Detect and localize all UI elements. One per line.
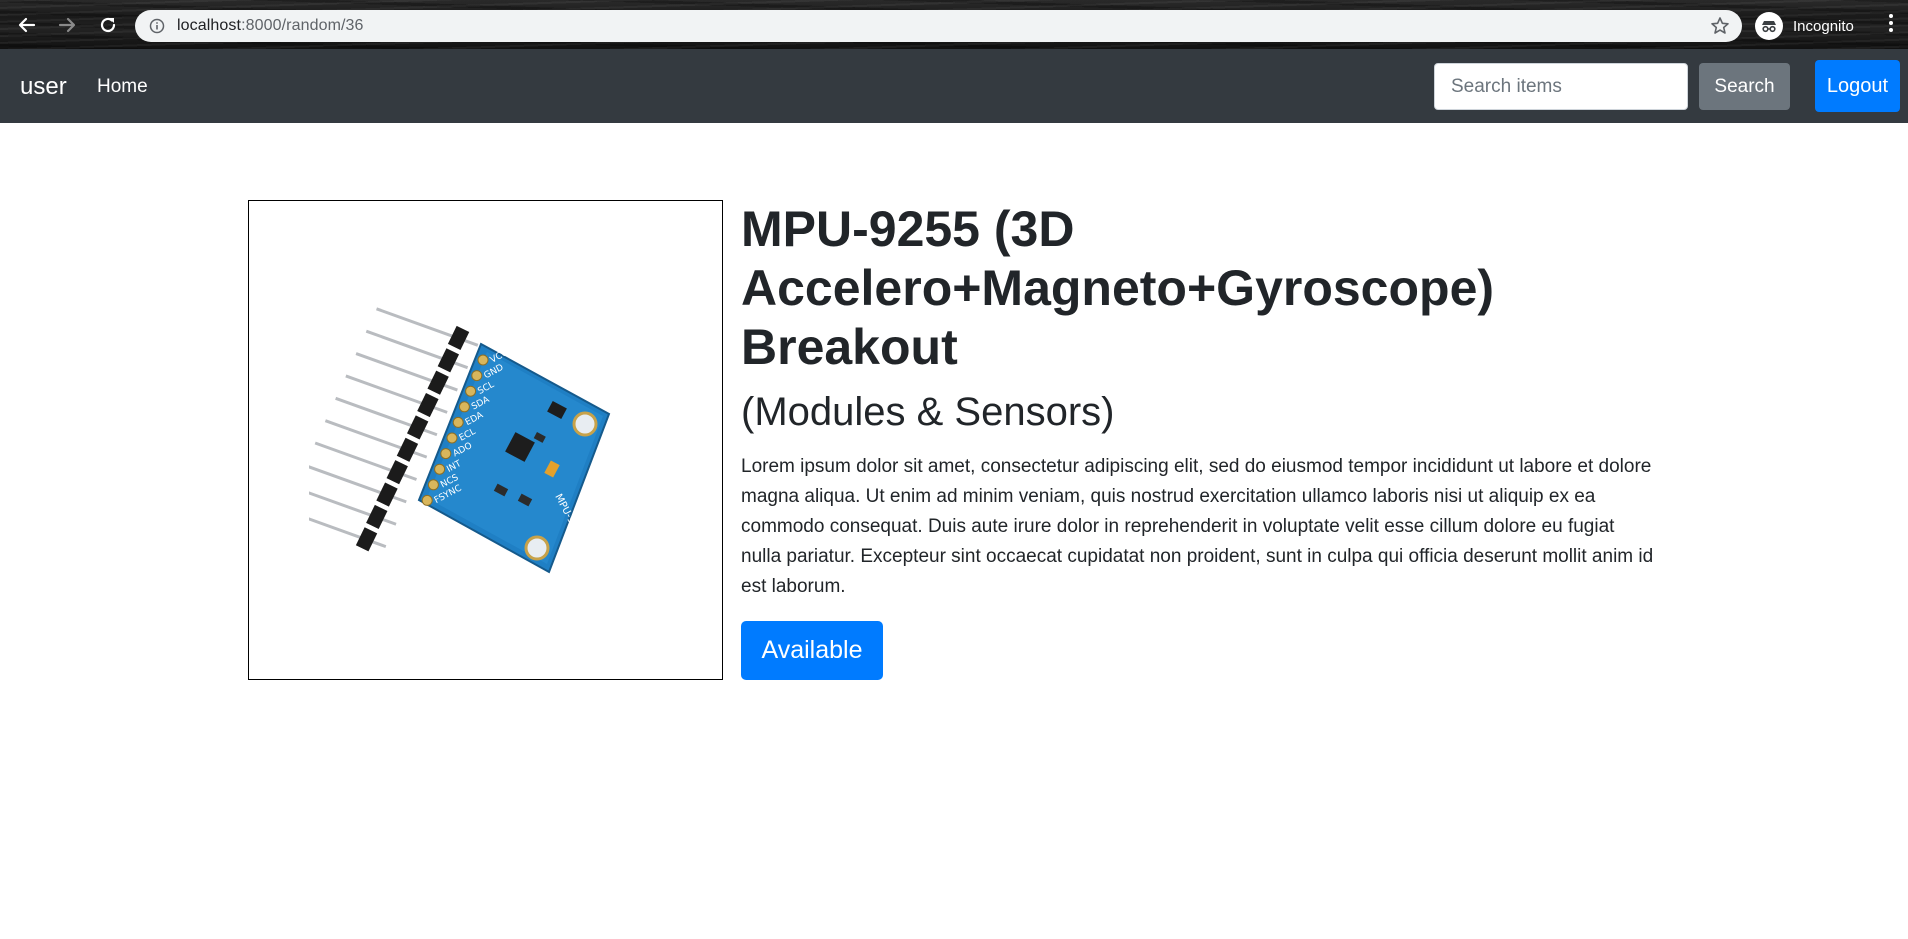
pin-pad	[465, 385, 477, 397]
forward-button[interactable]	[54, 12, 80, 38]
search-input[interactable]	[1434, 63, 1688, 110]
search-button[interactable]: Search	[1699, 63, 1790, 110]
header-block	[355, 527, 378, 552]
logout-button[interactable]: Logout	[1815, 60, 1900, 112]
header-block	[447, 325, 470, 351]
address-bar[interactable]: localhost:8000/random/36	[135, 10, 1742, 42]
url-host: localhost	[177, 17, 242, 34]
header-block	[376, 482, 398, 507]
pin-pad	[452, 416, 464, 428]
app-navbar: user Home Search Logout	[0, 49, 1908, 123]
header-block	[427, 370, 449, 395]
star-icon[interactable]	[1710, 16, 1730, 36]
info-icon[interactable]	[149, 18, 165, 34]
reload-icon	[100, 17, 116, 33]
sensor-board-illustration: VCCGNDSCLSDAEDAECLADOINTNCSFSYNC MPU-92/…	[309, 307, 611, 574]
product-category: (Modules & Sensors)	[741, 390, 1115, 434]
brand-link[interactable]: user	[20, 73, 67, 101]
header-block	[407, 415, 429, 440]
back-button[interactable]	[14, 12, 40, 38]
header-block	[417, 393, 439, 418]
pin-pad	[440, 448, 452, 460]
back-arrow-icon	[18, 17, 36, 33]
nav-home-link[interactable]: Home	[97, 76, 148, 98]
menu-dots-icon[interactable]	[1886, 14, 1896, 36]
incognito-icon	[1755, 12, 1783, 40]
pin-pad	[446, 432, 458, 444]
header-block	[386, 460, 408, 485]
incognito-indicator[interactable]: Incognito	[1755, 11, 1854, 41]
product-title: MPU-9255 (3D Accelero+Magneto+Gyroscope)…	[741, 201, 1495, 375]
forward-arrow-icon	[58, 17, 76, 33]
incognito-label: Incognito	[1793, 17, 1854, 35]
pin-pad	[421, 494, 433, 506]
pin-pad	[427, 479, 439, 491]
product-description: Lorem ipsum dolor sit amet, consectetur …	[741, 456, 1654, 597]
header-block	[396, 437, 419, 462]
availability-button[interactable]: Available	[741, 621, 883, 680]
product-image: VCC GND SCL SDA EDA ECL ADO INT NCS FSYNC MPU-92/…	[248, 200, 723, 680]
pin-pad	[458, 401, 470, 413]
pin-pad	[471, 370, 483, 382]
url-text[interactable]: localhost:8000/random/36	[177, 17, 364, 35]
header-block	[366, 504, 388, 529]
header-block	[437, 348, 460, 373]
pin-pad	[477, 354, 489, 366]
pin-pad	[434, 463, 446, 475]
url-path: :8000/random/36	[241, 17, 364, 34]
reload-button[interactable]	[95, 12, 121, 38]
browser-toolbar: localhost:8000/random/36 Incognito	[0, 0, 1908, 49]
